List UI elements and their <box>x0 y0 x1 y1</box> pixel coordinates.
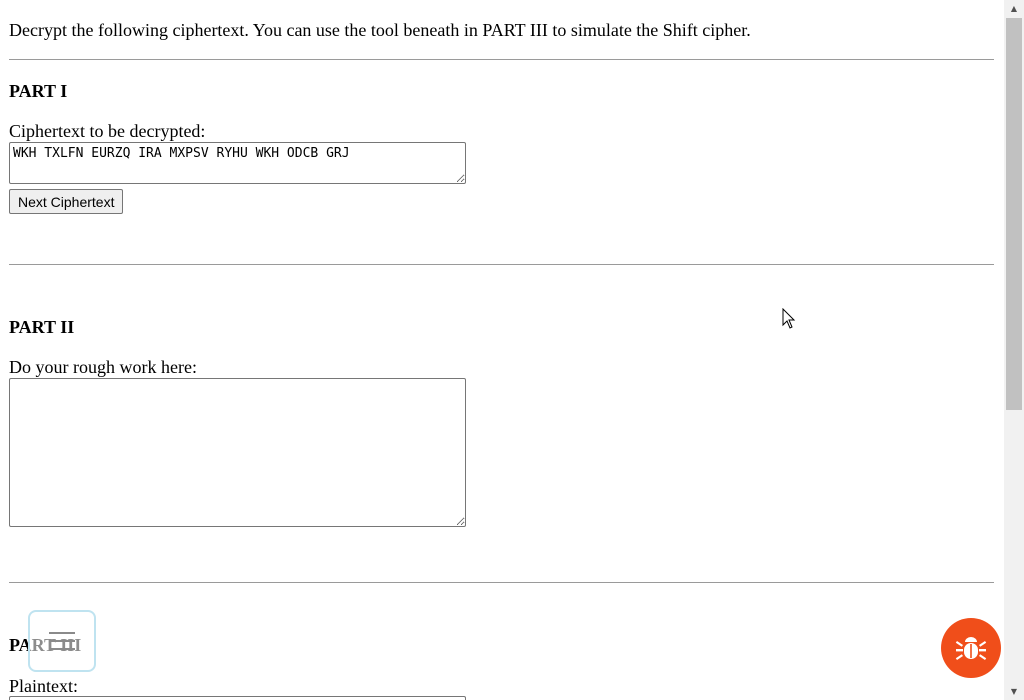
plaintext-textarea[interactable] <box>9 696 466 700</box>
separator <box>9 59 994 60</box>
hamburger-menu-icon <box>49 632 75 650</box>
intro-text: Decrypt the following ciphertext. You ca… <box>9 20 751 40</box>
ciphertext-label: Ciphertext to be decrypted: <box>9 121 206 141</box>
ciphertext-textarea[interactable]: WKH TXLFN EURZQ IRA MXPSV RYHU WKH ODCB … <box>9 142 466 184</box>
menu-button[interactable] <box>28 610 96 672</box>
scroll-up-icon[interactable]: ▲ <box>1004 0 1024 17</box>
rough-work-label: Do your rough work here: <box>9 357 197 377</box>
page: Decrypt the following ciphertext. You ca… <box>0 0 1004 700</box>
rough-work-textarea[interactable] <box>9 378 466 527</box>
separator <box>9 582 994 583</box>
mouse-cursor-icon <box>782 308 796 329</box>
vertical-scrollbar[interactable]: ▲ ▼ <box>1004 0 1024 700</box>
plaintext-label: Plaintext: <box>9 676 78 696</box>
bug-report-button[interactable] <box>941 618 1001 678</box>
part1-heading: PART I <box>9 81 68 101</box>
next-ciphertext-button[interactable]: Next Ciphertext <box>9 189 124 214</box>
scrollbar-thumb[interactable] <box>1006 18 1022 410</box>
separator <box>9 264 994 265</box>
scroll-down-icon[interactable]: ▼ <box>1004 683 1024 700</box>
part2-heading: PART II <box>9 317 75 337</box>
bug-icon <box>955 637 987 660</box>
